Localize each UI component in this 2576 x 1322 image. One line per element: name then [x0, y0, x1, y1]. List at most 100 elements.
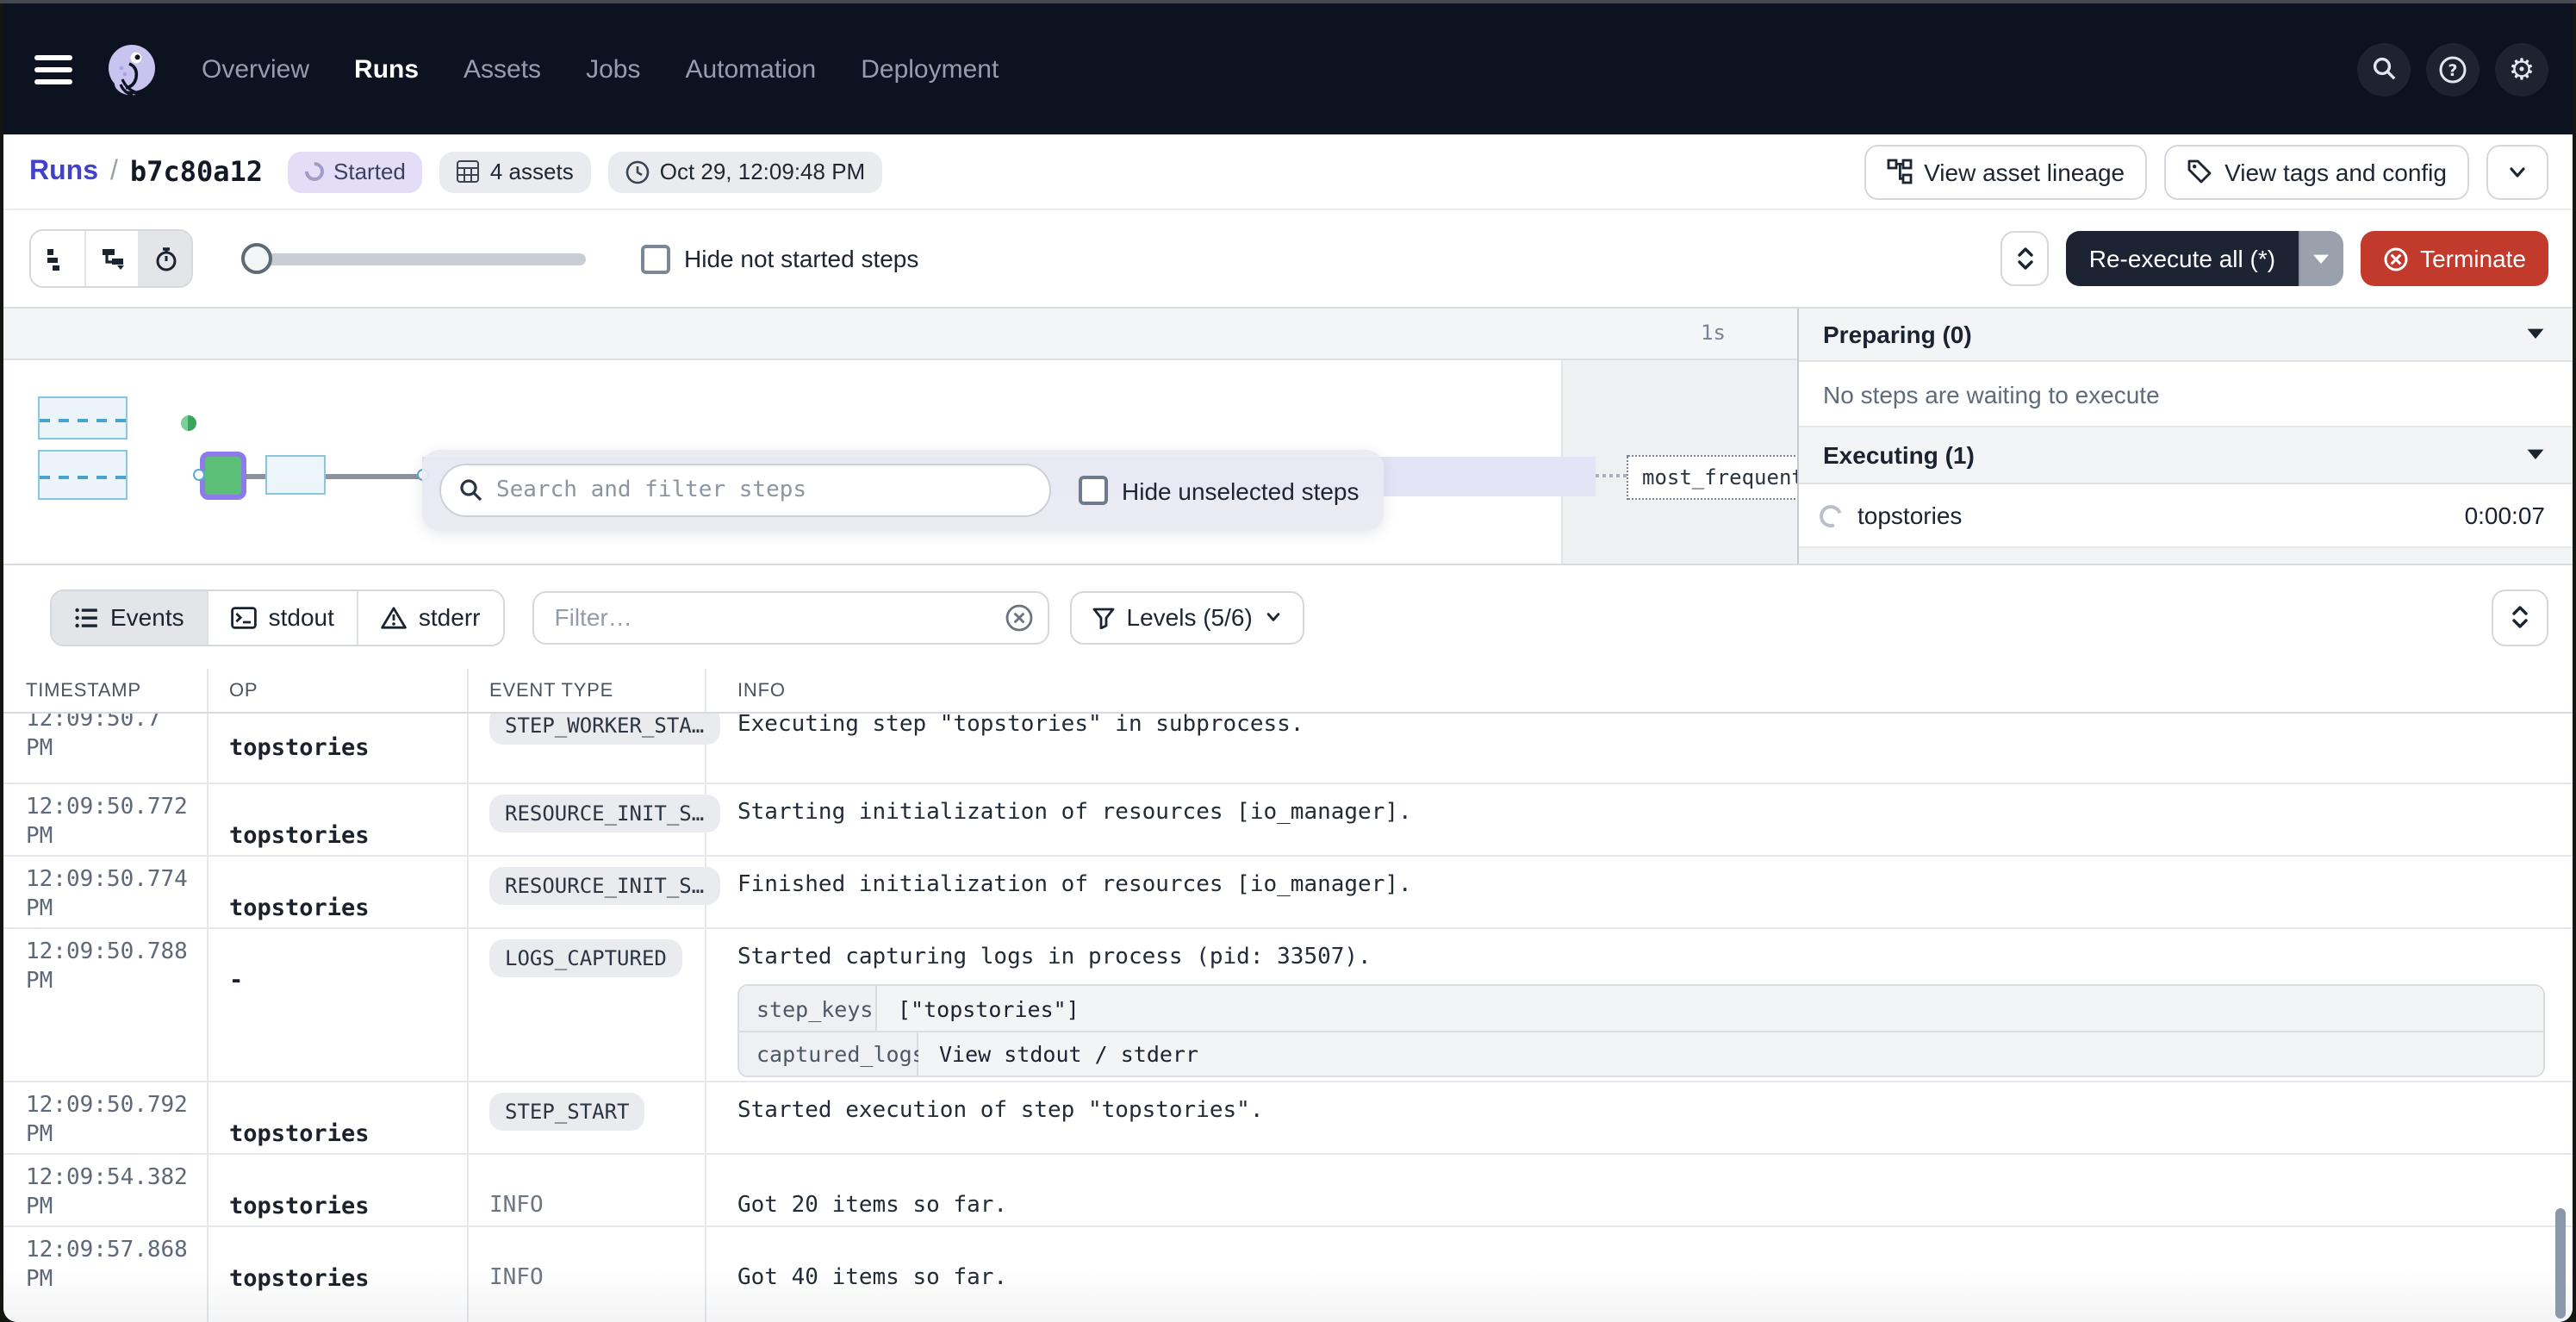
timestamp-wrap: 12:09:50.7PM [26, 714, 207, 764]
gantt-step-queued[interactable] [265, 455, 326, 495]
levels-filter-button[interactable]: Levels (5/6) [1070, 590, 1304, 644]
event-type-cell: INFO [469, 1227, 706, 1322]
log-table-row[interactable]: 12:09:54.382PM topstoriesINFOGot 20 items… [3, 1155, 2573, 1227]
funnel-icon [1092, 606, 1115, 628]
log-table-row[interactable]: 12:09:50.7PMtopstoriesSTEP_WORKER_STA…Ex… [3, 714, 2573, 784]
column-header-op: OP [208, 669, 469, 712]
metadata-value-link[interactable]: View stdout / stderr [918, 1032, 2543, 1076]
event-metadata-table: step_keys["topstories"]captured_logsView… [737, 984, 2545, 1077]
vertical-scrollbar-thumb[interactable] [2555, 1208, 2566, 1319]
reexecute-dropdown-button[interactable] [2298, 231, 2343, 286]
hover-leader-line [1596, 474, 1627, 477]
scroll-to-top-bottom-button[interactable] [2492, 589, 2548, 645]
nav-item-overview[interactable]: Overview [202, 54, 309, 84]
breadcrumb-runs-link[interactable]: Runs [29, 156, 98, 187]
menu-icon[interactable] [34, 54, 72, 84]
assets-count-badge[interactable]: 4 assets [440, 151, 591, 192]
svg-text:?: ? [2448, 60, 2457, 79]
chevron-down-icon [2526, 448, 2545, 462]
nav-item-jobs[interactable]: Jobs [586, 54, 640, 84]
sort-arrows-icon [2511, 605, 2529, 629]
tab-events[interactable]: Events [52, 590, 207, 644]
reexecute-all-button[interactable]: Re-execute all (*) [2067, 231, 2298, 286]
log-table-row[interactable]: 12:09:57.868PMtopstoriesINFOGot 40 items… [3, 1227, 2573, 1322]
clear-filter-icon[interactable] [1005, 602, 1034, 632]
op-name: topstories [229, 1227, 467, 1293]
log-table-row[interactable]: 12:09:50.774PMtopstoriesRESOURCE_INIT_S…… [3, 857, 2573, 929]
gantt-step-not-started[interactable] [38, 396, 128, 440]
search-icon[interactable] [2357, 42, 2411, 96]
axis-tick-1s: 1s [1701, 321, 1726, 345]
log-filter-input[interactable] [532, 590, 1049, 644]
more-actions-chevron-button[interactable] [2486, 144, 2548, 199]
nav-item-automation[interactable]: Automation [685, 54, 816, 84]
help-icon[interactable]: ? [2426, 42, 2480, 96]
view-asset-lineage-button[interactable]: View asset lineage [1864, 144, 2147, 199]
list-icon [74, 606, 98, 628]
timestamp-time: 12:09:50.772 [26, 784, 207, 822]
warning-icon [381, 606, 407, 628]
timestamp-time: 12:09:54.382 [26, 1155, 207, 1193]
event-type-wrap: RESOURCE_INIT_S… [489, 857, 705, 905]
panel-section-header[interactable]: Executing (1) [1799, 427, 2573, 484]
view-tags-config-button[interactable]: View tags and config [2164, 144, 2469, 199]
terminate-button[interactable]: Terminate [2360, 231, 2548, 286]
log-table-row[interactable]: 12:09:50.788PM-LOGS_CAPTUREDStarted capt… [3, 929, 2573, 1082]
gantt-materialization-dot[interactable] [181, 415, 196, 431]
op-name: topstories [229, 1155, 467, 1220]
expand-collapse-button[interactable] [2001, 231, 2050, 286]
zoom-slider-knob[interactable] [241, 243, 272, 274]
log-table-row[interactable]: 12:09:50.772PMtopstoriesRESOURCE_INIT_S…… [3, 784, 2573, 857]
tag-icon [2187, 159, 2212, 184]
tab-stderr[interactable]: stderr [357, 590, 503, 644]
info-wrap: Started capturing logs in process (pid: … [737, 929, 2573, 1077]
view-mode-flat-icon[interactable] [31, 231, 84, 286]
metadata-row: captured_logsView stdout / stderr [739, 1031, 2543, 1076]
status-spinner-icon [300, 158, 327, 184]
tab-stdout[interactable]: stdout [207, 590, 357, 644]
timestamp-cell: 12:09:50.792PM [3, 1082, 208, 1153]
gantt-section: 1s most_frequent [3, 307, 2573, 564]
dagster-logo-icon[interactable] [100, 37, 164, 101]
terminal-icon [231, 606, 257, 628]
step-search [439, 464, 1051, 517]
zoom-slider[interactable] [245, 253, 586, 265]
nav-item-deployment[interactable]: Deployment [861, 54, 999, 84]
timestamp-cell: 12:09:50.7PM [3, 714, 208, 783]
op-cell: topstories [208, 1227, 469, 1322]
step-name: topstories [1857, 502, 1962, 529]
event-log-table: TIMESTAMP OP EVENT TYPE INFO 12:09:50.7P… [3, 669, 2573, 1322]
timestamp-cell: 12:09:54.382PM [3, 1155, 208, 1225]
panel-section-header[interactable]: Preparing (0) [1799, 309, 2573, 362]
event-type-cell: INFO [469, 1155, 706, 1225]
settings-gear-icon[interactable]: ⚙ [2495, 42, 2548, 96]
hovered-step-label: most_frequent [1627, 455, 1806, 500]
event-type-badge: RESOURCE_INIT_S… [489, 867, 719, 905]
panel-section-header[interactable]: Errored (0) [1799, 548, 2573, 564]
info-message: Got 40 items so far. [737, 1227, 2573, 1291]
sort-arrows-icon [2016, 246, 2035, 271]
event-type-cell: STEP_START [469, 1082, 706, 1153]
timestamp-ampm: PM [26, 734, 207, 764]
view-mode-timed-icon[interactable] [138, 231, 191, 286]
step-search-input[interactable] [439, 464, 1051, 517]
log-tabs: Eventsstdoutstderr [50, 589, 505, 645]
event-type-badge: RESOURCE_INIT_S… [489, 795, 719, 832]
timestamp-cell: 12:09:50.772PM [3, 784, 208, 855]
info-wrap: Got 40 items so far. [737, 1227, 2573, 1291]
info-cell: Finished initialization of resources [io… [706, 857, 2573, 927]
view-mode-waterfall-icon[interactable] [84, 231, 138, 286]
nav-item-runs[interactable]: Runs [354, 54, 419, 84]
gantt-step-running[interactable] [200, 452, 246, 500]
log-table-row[interactable]: 12:09:50.792PMtopstoriesSTEP_STARTStarte… [3, 1082, 2573, 1155]
timestamp-wrap: 12:09:50.792PM [26, 1082, 207, 1150]
gantt-step-not-started[interactable] [38, 450, 128, 500]
executing-step-row[interactable]: topstories0:00:07 [1799, 484, 2573, 548]
hide-unselected-checkbox[interactable] [1079, 476, 1108, 505]
timestamp-time: 12:09:50.774 [26, 857, 207, 895]
nav-item-assets[interactable]: Assets [464, 54, 541, 84]
info-cell: Got 20 items so far. [706, 1155, 2573, 1225]
info-message: Executing step "topstories" in subproces… [737, 714, 2573, 738]
op-wrap: topstories [229, 714, 467, 762]
hide-not-started-checkbox[interactable] [641, 244, 670, 273]
